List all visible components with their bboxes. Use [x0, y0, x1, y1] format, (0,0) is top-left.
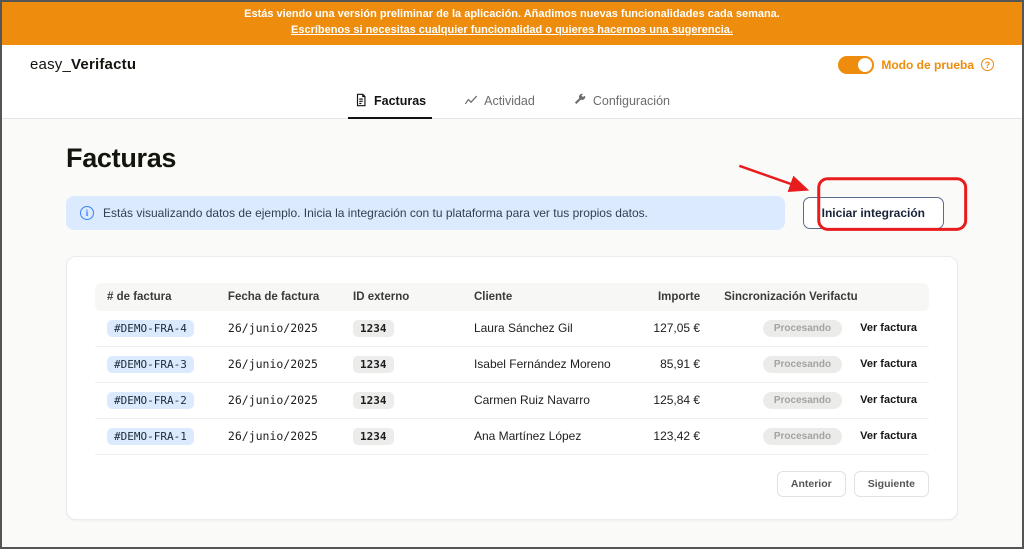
column-header-date: Fecha de factura	[215, 282, 342, 311]
tab-facturas[interactable]: Facturas	[340, 85, 440, 119]
view-invoice-button[interactable]: Ver factura	[860, 358, 917, 370]
invoice-number-badge: #DEMO-FRA-3	[107, 355, 194, 373]
status-badge: Procesando	[762, 391, 843, 409]
status-badge: Procesando	[762, 427, 843, 445]
invoice-number-badge: #DEMO-FRA-1	[107, 427, 194, 445]
client-name: Isabel Fernández Moreno	[461, 347, 638, 383]
client-name: Carmen Ruiz Navarro	[461, 383, 638, 419]
view-invoice-button[interactable]: Ver factura	[860, 322, 917, 334]
invoice-icon	[354, 93, 368, 110]
column-header-amount: Importe	[637, 282, 713, 311]
tab-label: Configuración	[592, 94, 670, 109]
table-header: # de factura Fecha de factura ID externo…	[95, 282, 929, 311]
sync-cell: Procesando Ver factura	[724, 355, 917, 373]
external-id-badge: 1234	[353, 427, 394, 445]
pagination: Anterior Siguiente	[95, 455, 929, 503]
table-row: #DEMO-FRA-3 26/junio/2025 1234 Isabel Fe…	[95, 347, 929, 383]
info-icon: i	[80, 205, 94, 220]
logo-prefix: easy_	[30, 56, 72, 74]
preview-banner-text: Estás viendo una versión preliminar de l…	[244, 8, 780, 20]
main-nav: Facturas Actividad Configuración	[2, 84, 1022, 119]
test-mode-label: Modo de prueba	[881, 57, 974, 72]
invoices-table: # de factura Fecha de factura ID externo…	[95, 282, 929, 455]
preview-banner: Estás viendo una versión preliminar de l…	[2, 2, 1022, 45]
info-row: i Estás visualizando datos de ejemplo. I…	[66, 195, 958, 230]
external-id-badge: 1234	[353, 391, 394, 409]
invoice-amount: 85,91 €	[637, 347, 713, 383]
demo-data-banner-text: Estás visualizando datos de ejemplo. Ini…	[103, 205, 648, 220]
start-integration-button[interactable]: Iniciar integración	[802, 196, 944, 229]
logo-suffix: Verifactu	[71, 56, 137, 74]
app-logo: easy_Verifactu	[30, 56, 136, 73]
app-window: Estás viendo una versión preliminar de l…	[0, 0, 1024, 549]
column-header-external-id: ID externo	[341, 282, 462, 311]
contact-link[interactable]: Escríbenos si necesitas cualquier funcio…	[2, 23, 1022, 39]
tab-label: Facturas	[374, 94, 427, 109]
test-mode-toggle[interactable]	[838, 55, 875, 74]
table-row: #DEMO-FRA-1 26/junio/2025 1234 Ana Martí…	[95, 419, 929, 455]
tab-configuracion[interactable]: Configuración	[559, 85, 684, 118]
invoice-table-body: #DEMO-FRA-4 26/junio/2025 1234 Laura Sán…	[95, 311, 929, 455]
invoice-number-badge: #DEMO-FRA-4	[107, 319, 194, 337]
prev-page-button[interactable]: Anterior	[776, 470, 846, 497]
main-content: Facturas i Estás visualizando datos de e…	[2, 119, 1022, 520]
toggle-knob	[858, 57, 873, 72]
next-page-button[interactable]: Siguiente	[853, 470, 929, 497]
invoice-number-badge: #DEMO-FRA-2	[107, 391, 194, 409]
help-icon[interactable]: ?	[981, 58, 994, 72]
tab-label: Actividad	[484, 94, 535, 109]
invoice-amount: 125,84 €	[637, 383, 713, 419]
app-header: easy_Verifactu Modo de prueba ?	[2, 44, 1022, 85]
wrench-icon	[573, 93, 587, 110]
status-badge: Procesando	[762, 355, 843, 373]
view-invoice-button[interactable]: Ver factura	[860, 394, 917, 406]
invoice-date: 26/junio/2025	[215, 347, 342, 383]
client-name: Ana Martínez López	[461, 419, 638, 455]
tab-actividad[interactable]: Actividad	[450, 85, 549, 118]
client-name: Laura Sánchez Gil	[461, 311, 638, 347]
invoice-date: 26/junio/2025	[215, 311, 342, 347]
page-title: Facturas	[66, 142, 177, 173]
column-header-invoice: # de factura	[95, 282, 216, 311]
table-row: #DEMO-FRA-2 26/junio/2025 1234 Carmen Ru…	[95, 383, 929, 419]
sync-cell: Procesando Ver factura	[724, 427, 917, 445]
activity-icon	[464, 93, 478, 110]
sync-cell: Procesando Ver factura	[724, 391, 917, 409]
column-header-sync: Sincronización Verifactu	[712, 282, 929, 311]
invoice-date: 26/junio/2025	[215, 419, 342, 455]
invoice-date: 26/junio/2025	[215, 383, 342, 419]
test-mode-control: Modo de prueba ?	[838, 55, 994, 74]
status-badge: Procesando	[762, 319, 843, 337]
demo-data-banner: i Estás visualizando datos de ejemplo. I…	[66, 195, 785, 230]
invoices-card: # de factura Fecha de factura ID externo…	[66, 255, 958, 520]
view-invoice-button[interactable]: Ver factura	[860, 430, 917, 442]
external-id-badge: 1234	[353, 355, 394, 373]
external-id-badge: 1234	[353, 319, 394, 337]
invoice-amount: 123,42 €	[637, 419, 713, 455]
column-header-client: Cliente	[461, 282, 638, 311]
sync-cell: Procesando Ver factura	[724, 319, 917, 337]
table-row: #DEMO-FRA-4 26/junio/2025 1234 Laura Sán…	[95, 311, 929, 347]
invoice-amount: 127,05 €	[637, 311, 713, 347]
